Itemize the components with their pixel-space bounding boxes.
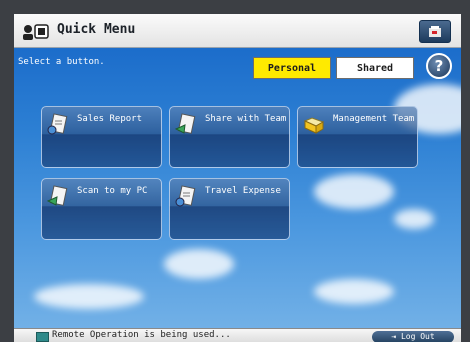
- tab-shared[interactable]: Shared: [336, 57, 414, 79]
- logout-label: Log Out: [400, 332, 435, 341]
- logout-icon: ⇥: [391, 332, 397, 341]
- cloud-decoration: [314, 174, 394, 209]
- cloud-decoration: [164, 249, 234, 279]
- remote-operation-icon: [36, 332, 49, 342]
- send-icon: [175, 113, 196, 134]
- cloud-decoration: [314, 279, 394, 304]
- document-icon: [47, 113, 68, 135]
- cloud-decoration: [394, 209, 434, 229]
- page-title: Quick Menu: [57, 22, 136, 37]
- tile-label: Scan to my PC: [77, 186, 148, 196]
- document-icon: [175, 185, 196, 207]
- device-settings-icon: [429, 26, 441, 37]
- scan-icon: [47, 185, 68, 206]
- help-button[interactable]: ?: [426, 53, 452, 79]
- tile-label: Sales Report: [77, 114, 143, 124]
- quick-button-sales-report[interactable]: Sales Report: [41, 106, 162, 168]
- instruction-text: Select a button.: [18, 57, 105, 67]
- quick-button-share-with-team[interactable]: Share with Team: [169, 106, 290, 168]
- quick-button-scan-to-my-pc[interactable]: Scan to my PC: [41, 178, 162, 240]
- device-settings-button[interactable]: [419, 20, 451, 43]
- quick-menu-screen: Quick Menu Select a button. Personal Sha…: [14, 14, 461, 342]
- quick-menu-icon: [23, 24, 49, 40]
- cloud-decoration: [34, 284, 144, 309]
- quick-button-management-team[interactable]: Management Team: [297, 106, 418, 168]
- title-bar: Quick Menu: [14, 14, 461, 48]
- folder-icon: [303, 117, 325, 134]
- logout-button[interactable]: ⇥ Log Out: [372, 331, 454, 342]
- tile-label: Management Team: [333, 114, 415, 124]
- quick-button-travel-expense[interactable]: Travel Expense: [169, 178, 290, 240]
- tab-personal[interactable]: Personal: [253, 57, 331, 79]
- tile-label: Travel Expense: [205, 186, 281, 196]
- tile-label: Share with Team: [205, 114, 287, 124]
- status-bar: Remote Operation is being used... ⇥ Log …: [14, 328, 461, 342]
- status-text: Remote Operation is being used...: [52, 330, 231, 340]
